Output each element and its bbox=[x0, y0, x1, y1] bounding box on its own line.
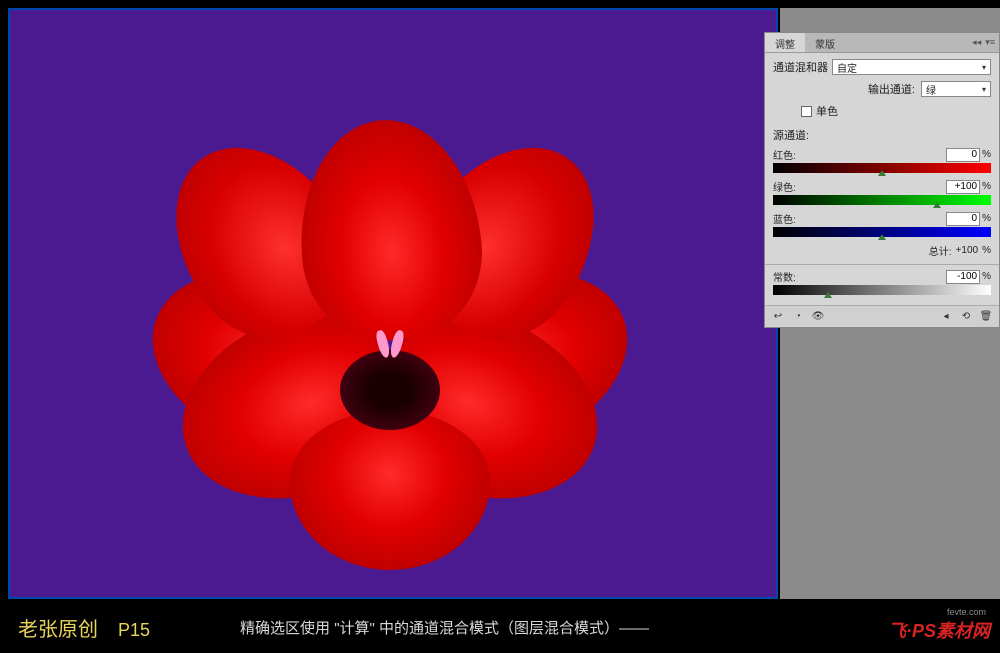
menu-icon[interactable]: ▾≡ bbox=[985, 37, 995, 48]
page-number: P15 bbox=[118, 620, 150, 641]
red-value-input[interactable] bbox=[946, 148, 980, 162]
blue-channel-row: 蓝色: % bbox=[773, 211, 991, 237]
green-slider[interactable] bbox=[773, 195, 991, 205]
caption-bar: 老张原创 P15 精确选区使用 "计算" 中的通道混合模式（图层混合模式）—— bbox=[8, 601, 1000, 653]
flower-image bbox=[140, 70, 640, 570]
slider-thumb[interactable] bbox=[878, 234, 886, 240]
panel-body: 通道混和器 自定 输出通道: 绿 单色 源通道: 红色: bbox=[765, 53, 999, 305]
green-channel-row: 绿色: % bbox=[773, 179, 991, 205]
reset-icon[interactable]: ⟲ bbox=[959, 310, 973, 324]
panel-footer: ↩ ◔ 👁 ◂ ⟲ 🗑 bbox=[765, 305, 999, 327]
slider-thumb[interactable] bbox=[878, 170, 886, 176]
percent-label: % bbox=[982, 245, 991, 256]
tab-masks[interactable]: 蒙版 bbox=[805, 33, 845, 52]
percent-label: % bbox=[982, 181, 991, 192]
red-slider[interactable] bbox=[773, 163, 991, 173]
flower-stamen bbox=[370, 330, 410, 380]
constant-slider[interactable] bbox=[773, 285, 991, 295]
green-value-input[interactable] bbox=[946, 180, 980, 194]
divider bbox=[765, 264, 999, 265]
output-channel-dropdown[interactable]: 绿 bbox=[921, 81, 991, 97]
monochrome-checkbox[interactable] bbox=[801, 106, 812, 117]
monochrome-row: 单色 bbox=[801, 103, 991, 119]
monochrome-label: 单色 bbox=[816, 103, 838, 119]
return-arrow-icon[interactable]: ↩ bbox=[771, 310, 785, 324]
output-channel-label: 输出通道: bbox=[868, 81, 915, 97]
red-label: 红色: bbox=[773, 147, 796, 162]
petal bbox=[290, 410, 490, 570]
canvas[interactable] bbox=[8, 8, 778, 599]
percent-label: % bbox=[982, 149, 991, 160]
constant-label: 常数: bbox=[773, 269, 796, 284]
watermark-logo: 飞·PS素材网 bbox=[888, 617, 990, 643]
preset-value: 自定 bbox=[837, 60, 857, 75]
blue-label: 蓝色: bbox=[773, 211, 796, 226]
caption-text: 精确选区使用 "计算" 中的通道混合模式（图层混合模式）—— bbox=[240, 617, 649, 638]
red-channel-row: 红色: % bbox=[773, 147, 991, 173]
slider-thumb[interactable] bbox=[933, 202, 941, 208]
previous-state-icon[interactable]: ◂ bbox=[939, 310, 953, 324]
constant-value-input[interactable] bbox=[946, 270, 980, 284]
percent-label: % bbox=[982, 213, 991, 224]
trash-icon[interactable]: 🗑 bbox=[979, 310, 993, 324]
tab-adjustments[interactable]: 调整 bbox=[765, 33, 805, 52]
preset-dropdown[interactable]: 自定 bbox=[832, 59, 991, 75]
panel-tab-controls: ◂◂ ▾≡ bbox=[972, 33, 999, 52]
author-name: 老张原创 bbox=[18, 613, 98, 642]
panel-tabs: 调整 蒙版 ◂◂ ▾≡ bbox=[765, 33, 999, 53]
visibility-icon[interactable]: 👁 bbox=[811, 310, 825, 324]
watermark-url: fevte.com bbox=[947, 607, 986, 617]
blue-slider[interactable] bbox=[773, 227, 991, 237]
total-label: 总计: bbox=[929, 243, 952, 258]
adjustments-panel: 调整 蒙版 ◂◂ ▾≡ 通道混和器 自定 输出通道: 绿 bbox=[764, 32, 1000, 328]
percent-label: % bbox=[982, 271, 991, 282]
collapse-icon[interactable]: ◂◂ bbox=[972, 37, 981, 48]
source-channels-label: 源通道: bbox=[773, 127, 991, 143]
output-channel-row: 输出通道: 绿 bbox=[773, 81, 991, 97]
slider-thumb[interactable] bbox=[824, 292, 832, 298]
author-block: 老张原创 P15 bbox=[18, 613, 150, 642]
output-channel-value: 绿 bbox=[926, 82, 936, 97]
adjustment-name: 通道混和器 bbox=[773, 59, 828, 75]
constant-row: 常数: % bbox=[773, 269, 991, 295]
blue-value-input[interactable] bbox=[946, 212, 980, 226]
app-frame: 调整 蒙版 ◂◂ ▾≡ 通道混和器 自定 输出通道: 绿 bbox=[0, 0, 1000, 653]
total-value: +100 bbox=[956, 245, 979, 256]
clip-to-layer-icon[interactable]: ◔ bbox=[791, 310, 805, 324]
green-label: 绿色: bbox=[773, 179, 796, 194]
preset-row: 通道混和器 自定 bbox=[773, 59, 991, 75]
total-row: 总计: +100 % bbox=[773, 243, 991, 258]
